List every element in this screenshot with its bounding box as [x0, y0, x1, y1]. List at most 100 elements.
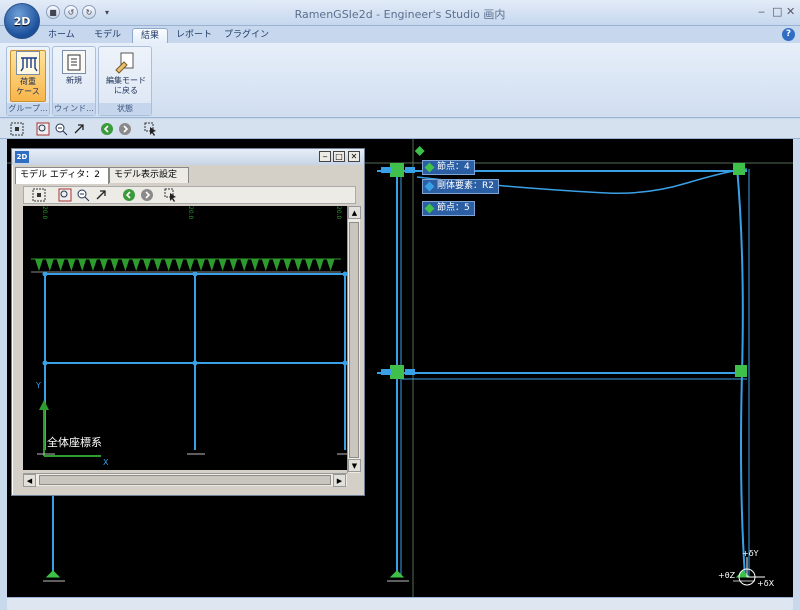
- edit-mode-label-2: に戻る: [114, 86, 138, 95]
- load-case-icon: [16, 51, 40, 75]
- delta-x-label: +δX: [757, 579, 775, 588]
- load-arrow: [229, 259, 238, 271]
- load-arrow: [305, 259, 313, 271]
- back-icon[interactable]: [100, 122, 114, 136]
- editor-vertical-scrollbar[interactable]: ▲ ▼: [347, 206, 361, 473]
- zoom-arrow-icon[interactable]: [72, 122, 86, 136]
- load-arrow: [45, 259, 54, 271]
- zoom-window-icon[interactable]: [36, 122, 50, 136]
- ribbon-group-group: 荷重 ケース グループ...: [6, 46, 50, 116]
- node-tag[interactable]: 節点：5: [422, 201, 475, 216]
- application-menu-button[interactable]: 2D: [4, 3, 40, 39]
- scroll-left-icon[interactable]: ◀: [23, 474, 36, 487]
- close-button[interactable]: ✕: [786, 5, 795, 18]
- node-tag[interactable]: 節点：4: [422, 160, 475, 175]
- load-arrow: [67, 259, 76, 271]
- minimize-button[interactable]: ‒: [758, 5, 765, 18]
- distributed-load: [35, 259, 335, 271]
- scroll-down-icon[interactable]: ▼: [348, 459, 361, 472]
- scroll-thumb[interactable]: [349, 222, 359, 458]
- scroll-right-icon[interactable]: ▶: [333, 474, 346, 487]
- node-tag-label: 節点：4: [437, 162, 470, 172]
- load-arrow: [315, 259, 324, 271]
- ribbon-group-label: 状態: [99, 103, 151, 115]
- zoom-arrow-icon[interactable]: [94, 188, 108, 202]
- scroll-up-icon[interactable]: ▲: [348, 206, 361, 219]
- help-icon[interactable]: ?: [782, 28, 795, 41]
- axis-x-label: X: [103, 458, 109, 467]
- load-case-label-2: ケース: [16, 87, 40, 96]
- forward-icon[interactable]: [140, 188, 154, 202]
- zoom-window-icon[interactable]: [58, 188, 72, 202]
- load-arrow: [175, 259, 184, 271]
- scroll-thumb[interactable]: [39, 475, 331, 485]
- view-toolbar: [0, 119, 800, 139]
- editor-model-canvas[interactable]: 20.0 20.0 20.0 全体座標系 X Y: [23, 206, 357, 470]
- zoom-out-icon[interactable]: [76, 188, 90, 202]
- rigid-element-tag[interactable]: 剛体要素：R2: [422, 179, 499, 194]
- load-arrow: [326, 259, 335, 271]
- tab-plugin[interactable]: プラグイン: [216, 28, 277, 43]
- load-arrow: [186, 259, 195, 271]
- load-arrow: [251, 259, 259, 271]
- load-arrow: [153, 259, 162, 271]
- load-arrow: [240, 259, 249, 271]
- zoom-out-icon[interactable]: [54, 122, 68, 136]
- tab-model-editor[interactable]: モデル エディタ：2: [15, 167, 109, 184]
- editor-title-bar[interactable]: 2D ‒ □ ✕: [12, 149, 364, 165]
- load-value-label: 20.0: [335, 206, 342, 220]
- main-horizontal-scrollbar[interactable]: [7, 597, 793, 610]
- editor-horizontal-scrollbar[interactable]: ◀ ▶: [23, 473, 347, 487]
- load-arrow: [132, 259, 141, 271]
- ribbon-panel: 荷重 ケース グループ... 新規 ウィンド... 編集モード に戻る 状態: [0, 43, 800, 118]
- application-window: ■ ↺ ↻ ▾ RamenGSIe2d - Engineer's Studio …: [0, 0, 800, 610]
- back-icon[interactable]: [122, 188, 136, 202]
- editor-maximize-button[interactable]: □: [333, 151, 345, 162]
- tab-report[interactable]: レポート: [168, 28, 220, 43]
- load-arrow: [110, 259, 119, 271]
- select-cursor-icon[interactable]: [164, 188, 178, 202]
- editor-minimize-button[interactable]: ‒: [319, 151, 331, 162]
- new-window-icon: [62, 50, 86, 74]
- editor-window-icon: 2D: [15, 151, 29, 163]
- load-arrow: [164, 259, 173, 271]
- tab-home[interactable]: ホーム: [40, 28, 83, 43]
- ribbon-group-label: ウィンド...: [53, 103, 95, 115]
- ribbon-group-state: 編集モード に戻る 状態: [98, 46, 152, 116]
- load-arrow: [35, 259, 43, 271]
- load-arrow: [272, 259, 281, 271]
- fit-view-icon[interactable]: [32, 188, 46, 202]
- tab-model-display-settings[interactable]: モデル表示設定: [109, 167, 189, 183]
- ribbon-group-window: 新規 ウィンド...: [52, 46, 96, 116]
- app-logo-text: 2D: [13, 14, 31, 28]
- global-coordinate-label: 全体座標系: [47, 436, 102, 449]
- load-arrow: [89, 259, 97, 271]
- load-value-label: 20.0: [41, 206, 48, 220]
- tab-results[interactable]: 結果: [132, 28, 169, 43]
- load-case-label-1: 荷重: [20, 77, 36, 86]
- rigid-element-tag-label: 剛体要素：R2: [437, 181, 494, 191]
- editor-close-button[interactable]: ✕: [348, 151, 360, 162]
- load-arrow: [121, 259, 130, 271]
- load-case-button[interactable]: 荷重 ケース: [10, 50, 46, 102]
- fit-view-icon[interactable]: [10, 122, 24, 136]
- node-tag-label: 節点：5: [437, 203, 470, 213]
- new-window-label: 新規: [66, 76, 82, 85]
- new-window-button[interactable]: 新規: [59, 50, 89, 86]
- forward-icon[interactable]: [118, 122, 132, 136]
- load-arrow: [99, 259, 108, 271]
- ribbon-tab-bar: ホーム モデル 結果 レポート プラグイン: [0, 26, 800, 43]
- load-arrow: [218, 259, 227, 271]
- delta-y-label: +δY: [742, 549, 759, 558]
- edit-mode-icon: [114, 50, 138, 74]
- window-title: RamenGSIe2d - Engineer's Studio 画内: [294, 8, 506, 21]
- maximize-button[interactable]: □: [772, 5, 782, 18]
- load-arrow: [294, 259, 303, 271]
- node-diamond-icon: [424, 162, 435, 173]
- load-arrow: [56, 259, 65, 271]
- tab-model[interactable]: モデル: [86, 28, 129, 43]
- edit-mode-label-1: 編集モード: [106, 76, 146, 85]
- select-cursor-icon[interactable]: [144, 122, 158, 136]
- return-to-edit-mode-button[interactable]: 編集モード に戻る: [101, 50, 151, 96]
- model-editor-window: 2D ‒ □ ✕ モデル エディタ：2 モデル表示設定 20.0 20.0 20…: [11, 148, 365, 496]
